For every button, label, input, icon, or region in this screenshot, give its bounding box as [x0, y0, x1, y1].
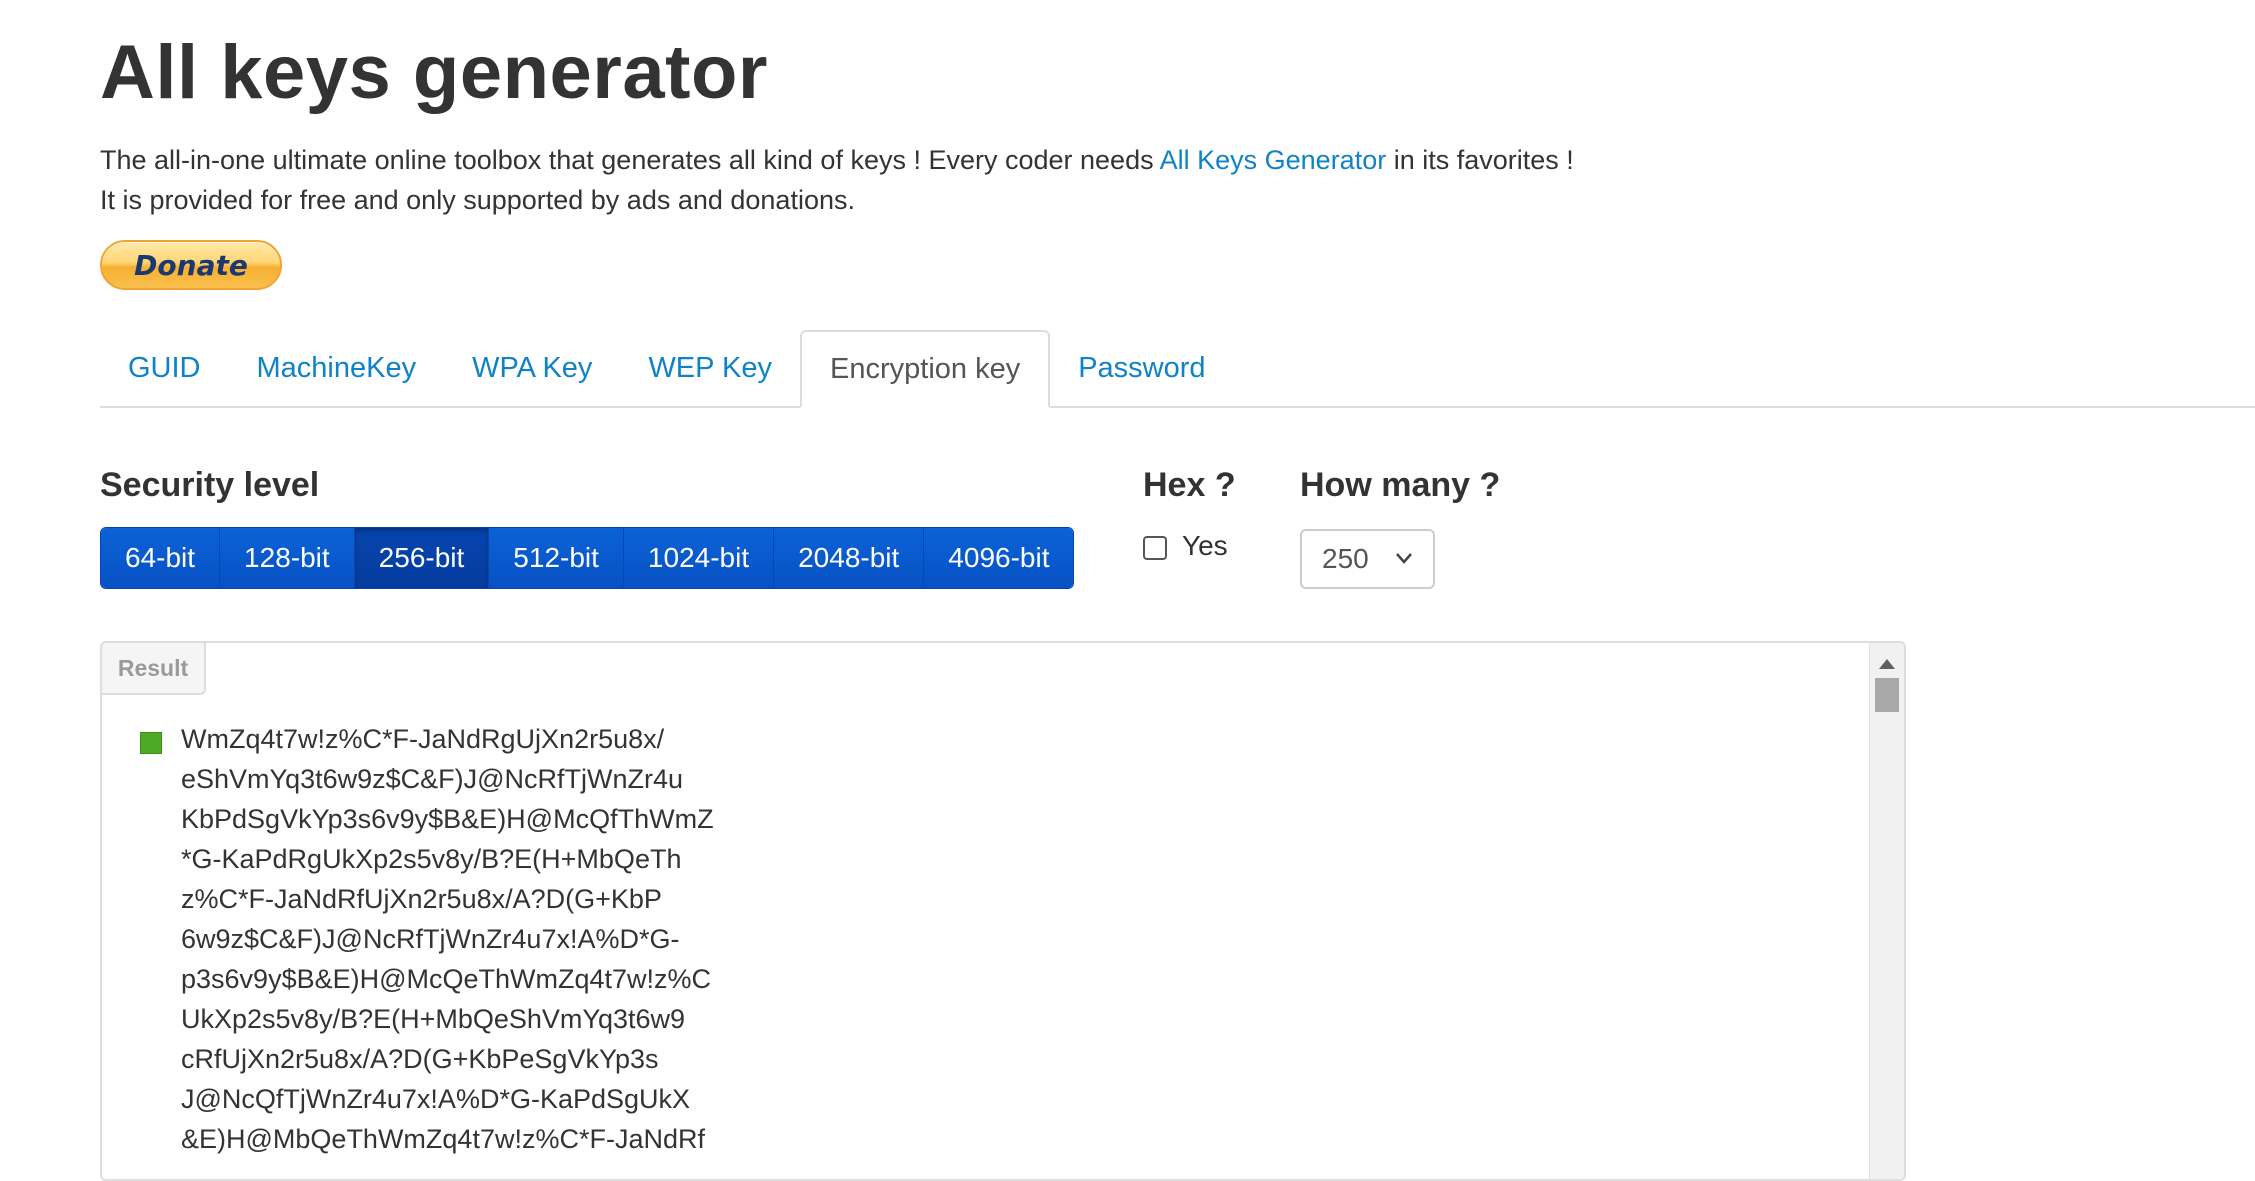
generated-key[interactable]: WmZq4t7w!z%C*F-JaNdRgUjXn2r5u8x/ eShVmYq…: [181, 719, 714, 1159]
page-title: All keys generator: [100, 30, 768, 115]
key-line: WmZq4t7w!z%C*F-JaNdRgUjXn2r5u8x/: [181, 724, 665, 754]
tab-guid[interactable]: GUID: [100, 330, 229, 406]
all-keys-generator-link[interactable]: All Keys Generator: [1160, 145, 1387, 175]
key-line: *G-KaPdRgUkXp2s5v8y/B?E(H+MbQeTh: [181, 844, 682, 874]
key-line: KbPdSgVkYp3s6v9y$B&E)H@McQfThWmZ: [181, 804, 714, 834]
security-2048-bit-button[interactable]: 2048-bit: [774, 528, 925, 588]
security-level-label: Security level: [100, 466, 320, 504]
hex-yes-label[interactable]: Yes: [1182, 530, 1228, 562]
key-line: z%C*F-JaNdRfUjXn2r5u8x/A?D(G+KbP: [181, 884, 662, 914]
intro-line-1: The all-in-one ultimate online toolbox t…: [100, 140, 1800, 180]
tab-wpa-key[interactable]: WPA Key: [444, 330, 620, 406]
hex-label: Hex ?: [1143, 466, 1236, 504]
how-many-select[interactable]: 250: [1300, 529, 1435, 589]
security-level-buttons: 64-bit 128-bit 256-bit 512-bit 1024-bit …: [100, 527, 1075, 589]
scroll-up-arrow-icon[interactable]: [1879, 659, 1895, 669]
security-256-bit-button[interactable]: 256-bit: [354, 528, 490, 588]
how-many-label: How many ?: [1300, 466, 1501, 504]
intro-text: The all-in-one ultimate online toolbox t…: [100, 140, 1800, 220]
donate-button[interactable]: Donate: [100, 240, 282, 290]
tab-encryption-key[interactable]: Encryption key: [800, 330, 1051, 408]
result-scrollbar[interactable]: [1869, 643, 1904, 1179]
security-512-bit-button[interactable]: 512-bit: [489, 528, 624, 588]
key-bullet-icon: [140, 732, 162, 754]
scrollbar-thumb[interactable]: [1875, 678, 1899, 712]
intro-text-after-link: in its favorites !: [1386, 145, 1574, 175]
key-line: eShVmYq3t6w9z$C&F)J@NcRfTjWnZr4u: [181, 764, 684, 794]
result-panel: Result WmZq4t7w!z%C*F-JaNdRgUjXn2r5u8x/ …: [100, 641, 1906, 1181]
security-4096-bit-button[interactable]: 4096-bit: [924, 528, 1074, 588]
result-label: Result: [102, 643, 206, 695]
intro-line-2: It is provided for free and only support…: [100, 185, 855, 215]
hex-checkbox[interactable]: [1143, 536, 1167, 560]
tab-bar: GUID MachineKey WPA Key WEP Key Encrypti…: [100, 330, 2255, 408]
security-64-bit-button[interactable]: 64-bit: [101, 528, 221, 588]
key-line: &E)H@MbQeThWmZq4t7w!z%C*F-JaNdRf: [181, 1124, 705, 1154]
tab-password[interactable]: Password: [1050, 330, 1233, 406]
key-line: 6w9z$C&F)J@NcRfTjWnZr4u7x!A%D*G-: [181, 924, 680, 954]
key-line: cRfUjXn2r5u8x/A?D(G+KbPeSgVkYp3s: [181, 1044, 659, 1074]
chevron-down-icon: [1396, 553, 1412, 564]
security-1024-bit-button[interactable]: 1024-bit: [623, 528, 775, 588]
how-many-value: 250: [1322, 543, 1369, 574]
key-line: p3s6v9y$B&E)H@McQeThWmZq4t7w!z%C: [181, 964, 712, 994]
security-128-bit-button[interactable]: 128-bit: [220, 528, 355, 588]
tab-machinekey[interactable]: MachineKey: [229, 330, 445, 406]
tab-wep-key[interactable]: WEP Key: [620, 330, 800, 406]
key-line: J@NcQfTjWnZr4u7x!A%D*G-KaPdSgUkX: [181, 1084, 691, 1114]
key-line: UkXp2s5v8y/B?E(H+MbQeShVmYq3t6w9: [181, 1004, 686, 1034]
intro-text-before-link: The all-in-one ultimate online toolbox t…: [100, 145, 1160, 175]
